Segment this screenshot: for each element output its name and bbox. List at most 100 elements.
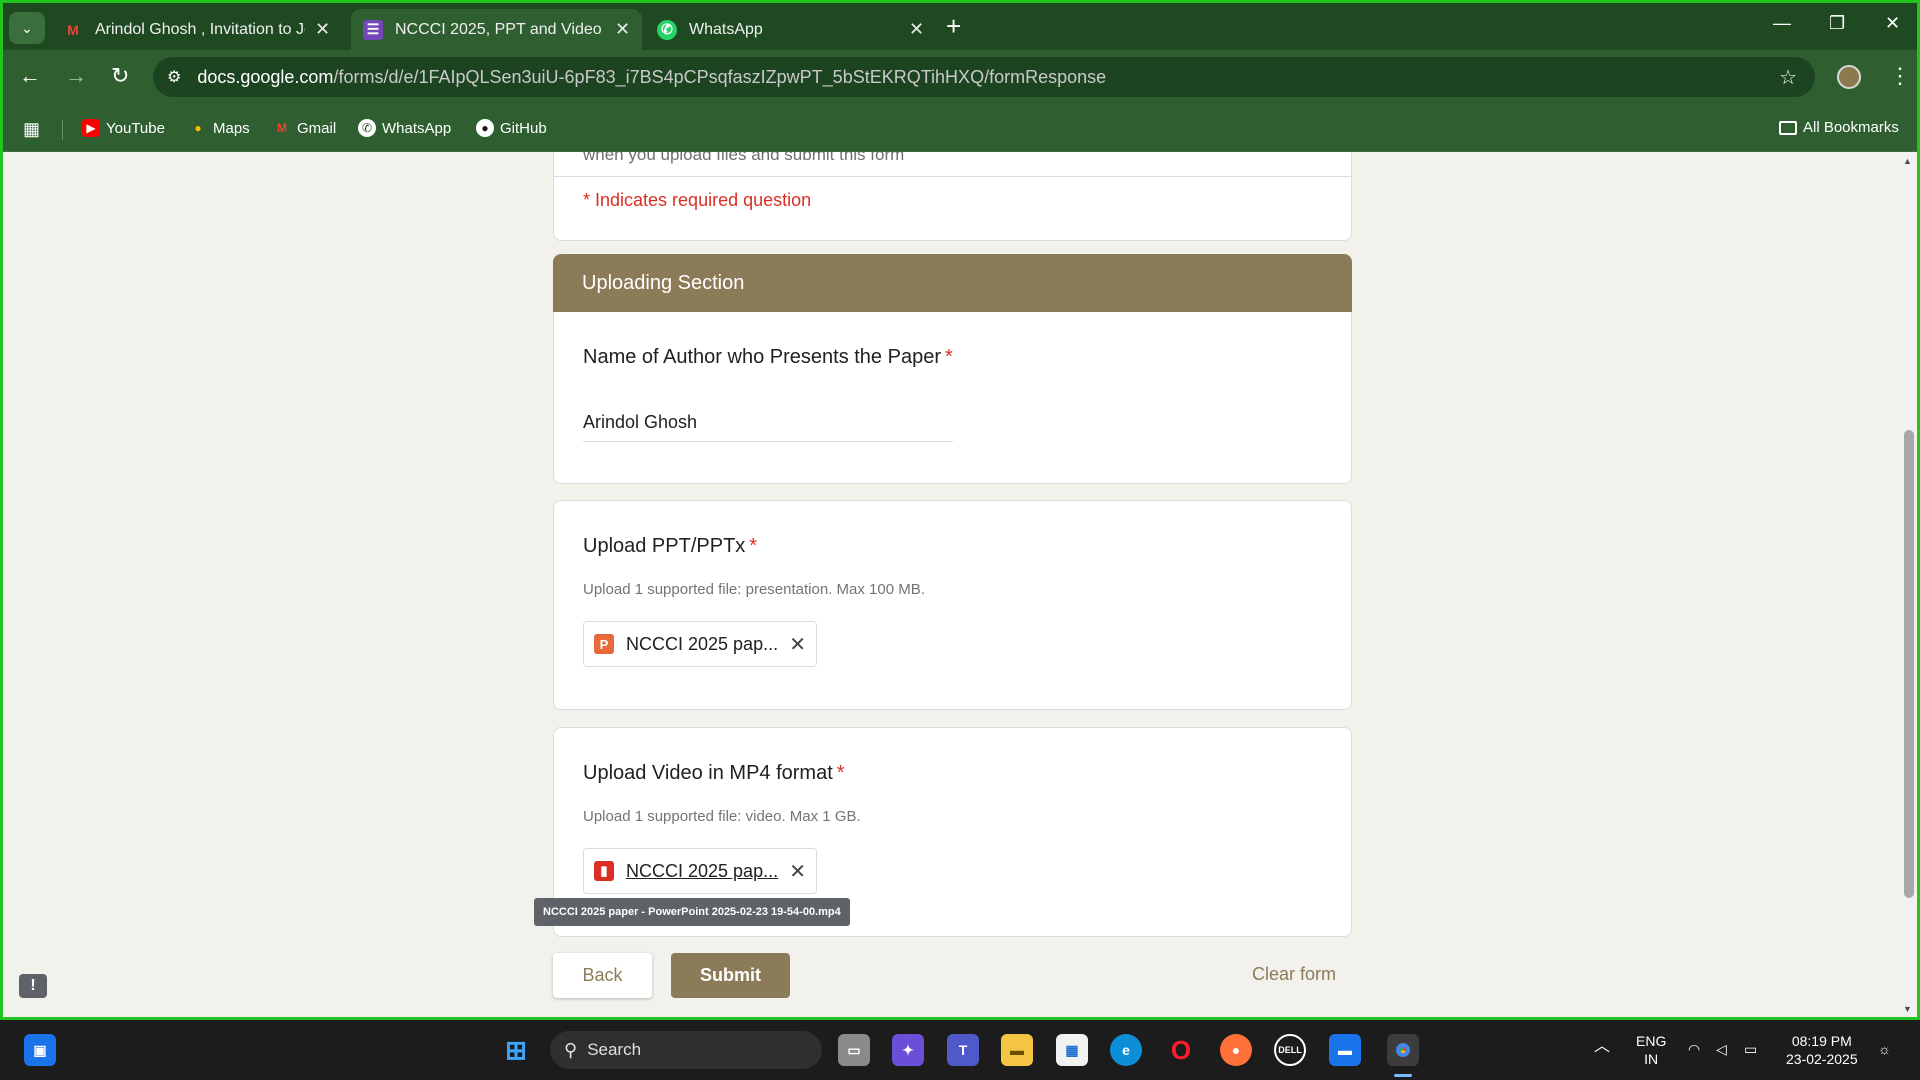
all-bookmarks[interactable]: All Bookmarks: [1779, 119, 1899, 136]
tab-whatsapp[interactable]: ✆ WhatsApp ✕: [645, 9, 936, 50]
page-viewport: when you upload files and submit this fo…: [3, 152, 1917, 1017]
language-code: ENG: [1636, 1033, 1667, 1049]
scroll-thumb[interactable]: [1904, 430, 1914, 898]
remove-file-icon[interactable]: ✕: [789, 859, 806, 884]
bookmark-label: WhatsApp: [382, 119, 452, 137]
whatsapp-icon: ✆: [358, 119, 376, 137]
gmail-icon: M: [277, 121, 287, 135]
author-name-input[interactable]: Arindol Ghosh: [583, 412, 953, 442]
back-arrow-icon[interactable]: ←: [19, 65, 41, 87]
bookmark-label: Gmail: [297, 119, 337, 137]
bookmark-star-icon[interactable]: ☆: [1779, 65, 1797, 90]
show-hidden-icons-chevron[interactable]: ︿: [1594, 1038, 1610, 1056]
bookmark-label: Maps: [213, 119, 250, 137]
tab-title: WhatsApp: [689, 20, 763, 38]
maps-icon: ●: [194, 121, 202, 135]
windows-taskbar: ▣ ⊞ ⚲ Search ▭ ✦ T ▬ ▦ e O ● DELL ▬ ︿ EN…: [0, 1020, 1920, 1080]
tab-gmail[interactable]: M Arindol Ghosh , Invitation to Joi ✕: [51, 9, 342, 50]
taskbar-search[interactable]: ⚲ Search: [550, 1031, 822, 1069]
clipped-description: when you upload files and submit this fo…: [583, 152, 905, 164]
clear-form-button[interactable]: Clear form: [1252, 964, 1336, 985]
remove-file-icon[interactable]: ✕: [789, 632, 806, 657]
microsoft-store-icon[interactable]: ▦: [1056, 1034, 1088, 1066]
battery-icon[interactable]: ▭: [1744, 1040, 1757, 1058]
question-title-text: Upload PPT/PPTx: [583, 535, 746, 557]
restore-icon[interactable]: ❐: [1829, 13, 1845, 34]
github-icon: ●: [476, 119, 494, 137]
bookmark-whatsapp[interactable]: ✆ WhatsApp: [358, 119, 451, 137]
menu-kebab-icon[interactable]: ⋮: [1889, 63, 1911, 89]
folder-icon: [1779, 120, 1797, 135]
apps-grid-icon[interactable]: ▦: [23, 119, 40, 140]
address-bar[interactable]: ⚙ docs.google.com/forms/d/e/1FAIpQLSen3u…: [153, 57, 1815, 97]
tab-title: Arindol Ghosh , Invitation to Joi: [95, 20, 305, 38]
close-tab-icon[interactable]: ✕: [315, 19, 330, 40]
scroll-down-icon[interactable]: ▼: [1903, 1004, 1912, 1014]
question-title: Upload Video in MP4 format *: [583, 762, 845, 785]
tab-forms[interactable]: ☰ NCCCI 2025, PPT and Video upl ✕: [351, 9, 643, 50]
bookmark-youtube[interactable]: ▶ YouTube: [82, 119, 165, 137]
close-window-icon[interactable]: ✕: [1885, 13, 1900, 34]
scroll-up-icon[interactable]: ▲: [1903, 156, 1912, 166]
forms-icon: ☰: [363, 19, 383, 40]
opera-icon[interactable]: O: [1165, 1034, 1197, 1066]
tab-search-button[interactable]: ⌄: [9, 12, 45, 44]
search-icon: ⚲: [564, 1039, 578, 1060]
close-tab-icon[interactable]: ✕: [909, 19, 924, 40]
bookmarks-bar: ▦ ▶ YouTube ● Maps M Gmail ✆ WhatsApp ● …: [3, 104, 1917, 152]
minimize-icon[interactable]: —: [1773, 13, 1791, 34]
forward-arrow-icon[interactable]: →: [65, 65, 87, 87]
file-name[interactable]: NCCCI 2025 pap...: [626, 634, 789, 655]
teams-icon[interactable]: T: [947, 1034, 979, 1066]
volume-icon[interactable]: ◁: [1716, 1040, 1727, 1058]
edge-icon[interactable]: e: [1110, 1034, 1142, 1066]
uploaded-file-chip[interactable]: P NCCCI 2025 pap... ✕: [583, 621, 817, 667]
bookmark-maps[interactable]: ● Maps: [189, 119, 250, 137]
tab-title: NCCCI 2025, PPT and Video upl: [395, 20, 605, 38]
file-name[interactable]: NCCCI 2025 pap...: [626, 861, 789, 882]
new-tab-button[interactable]: +: [946, 13, 961, 39]
clock[interactable]: 08:19 PM 23-02-2025: [1786, 1032, 1858, 1068]
profile-avatar[interactable]: [1837, 65, 1861, 89]
submit-button[interactable]: Submit: [671, 953, 790, 998]
required-asterisk: *: [749, 535, 758, 557]
browser-toolbar: ← → ↻ ⚙ docs.google.com/forms/d/e/1FAIpQ…: [3, 50, 1917, 104]
reload-icon[interactable]: ↻: [111, 65, 129, 87]
active-app-indicator: [1394, 1074, 1412, 1077]
question-title-text: Upload Video in MP4 format: [583, 762, 833, 784]
task-view-icon[interactable]: ▭: [838, 1034, 870, 1066]
language-indicator[interactable]: ENG IN: [1636, 1032, 1666, 1068]
bookmark-label: GitHub: [500, 119, 547, 137]
copilot-icon[interactable]: ✦: [892, 1034, 924, 1066]
wifi-icon[interactable]: ◠: [1688, 1040, 1700, 1058]
search-label: Search: [587, 1040, 642, 1059]
bookmark-gmail[interactable]: M Gmail: [273, 119, 336, 137]
bookmark-github[interactable]: ● GitHub: [476, 119, 547, 137]
site-info-icon[interactable]: ⚙: [167, 67, 181, 87]
all-bookmarks-label: All Bookmarks: [1803, 119, 1899, 136]
question-author-name: Name of Author who Presents the Paper * A…: [553, 312, 1352, 484]
file-explorer-icon[interactable]: ▬: [1001, 1034, 1033, 1066]
tab-strip: ⌄ M Arindol Ghosh , Invitation to Joi ✕ …: [3, 3, 1917, 50]
notifications-icon[interactable]: ☼: [1878, 1040, 1891, 1058]
remote-desktop-icon[interactable]: ▬: [1329, 1034, 1361, 1066]
powerpoint-icon: P: [594, 634, 614, 654]
video-clapper-icon: ▮: [594, 861, 614, 881]
windows-start-icon[interactable]: ⊞: [500, 1034, 532, 1066]
page-scrollbar[interactable]: ▲ ▼: [1899, 152, 1917, 1017]
widgets-icon[interactable]: ▣: [24, 1034, 56, 1066]
back-button[interactable]: Back: [553, 953, 652, 998]
gmail-icon: M: [67, 21, 79, 38]
uploaded-file-chip[interactable]: ▮ NCCCI 2025 pap... ✕: [583, 848, 817, 894]
url-path: /forms/d/e/1FAIpQLSen3uiU-6pF83_i7BS4pCP…: [333, 66, 1107, 87]
firefox-icon[interactable]: ●: [1220, 1034, 1252, 1066]
chrome-icon[interactable]: [1387, 1034, 1419, 1066]
dell-icon[interactable]: DELL: [1274, 1034, 1306, 1066]
close-tab-icon[interactable]: ✕: [615, 19, 630, 40]
required-asterisk: *: [944, 346, 953, 368]
youtube-icon: ▶: [82, 119, 100, 137]
report-problem-icon[interactable]: !: [19, 974, 47, 998]
browser-window: ⌄ M Arindol Ghosh , Invitation to Joi ✕ …: [0, 0, 1920, 1020]
upload-hint: Upload 1 supported file: presentation. M…: [583, 581, 925, 598]
section-title: Uploading Section: [582, 272, 745, 294]
